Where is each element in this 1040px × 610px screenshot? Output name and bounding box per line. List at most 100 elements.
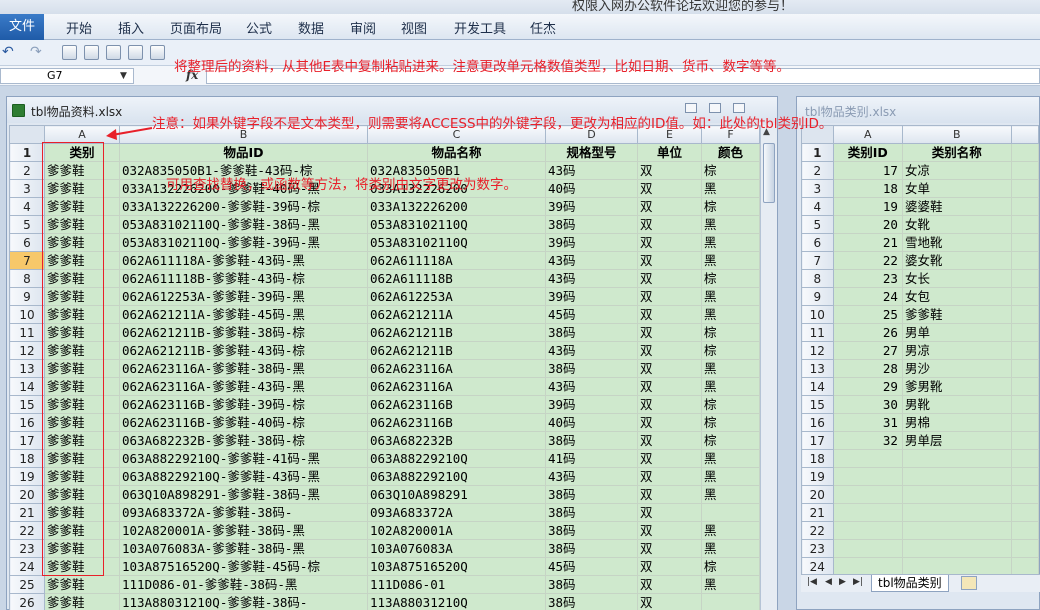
cell[interactable]: 43码	[545, 269, 638, 288]
sheet-tab[interactable]: tbl物品类别	[871, 575, 949, 592]
cell[interactable]: 43码	[545, 467, 638, 486]
cell[interactable]: 063A88229210Q-爹爹鞋-43码-黑	[119, 467, 368, 486]
cell[interactable]: 双	[637, 215, 702, 234]
cell[interactable]: 黑	[701, 233, 760, 252]
cell[interactable]: 双	[637, 377, 702, 396]
cell[interactable]	[1010, 323, 1040, 342]
row-header[interactable]: 15	[801, 395, 834, 414]
tab-page-layout[interactable]: 页面布局	[170, 18, 222, 37]
cell[interactable]: 062A611118B	[367, 269, 546, 288]
cell[interactable]: 双	[637, 503, 702, 522]
tab-home[interactable]: 开始	[66, 18, 92, 37]
insert-sheet-icon[interactable]	[961, 576, 977, 590]
cell[interactable]: 男单层	[901, 431, 1012, 450]
cell[interactable]: 062A623116B-爹爹鞋-39码-棕	[119, 395, 368, 414]
cell[interactable]	[1010, 305, 1040, 324]
cell[interactable]	[1010, 413, 1040, 432]
cell[interactable]: 111D086-01-爹爹鞋-38码-黑	[119, 575, 368, 594]
cell[interactable]: 25	[832, 305, 903, 324]
cell[interactable]: 双	[637, 341, 702, 360]
chevron-down-icon[interactable]: ▼	[120, 71, 127, 81]
cell[interactable]: 双	[637, 431, 702, 450]
cell[interactable]: 双	[637, 593, 702, 610]
row-header[interactable]: 11	[9, 323, 45, 342]
cell[interactable]: 38码	[545, 503, 638, 522]
row-header[interactable]: 22	[9, 521, 45, 540]
cell[interactable]	[1010, 539, 1040, 558]
select-all-corner[interactable]	[9, 125, 45, 144]
cell[interactable]	[1010, 287, 1040, 306]
undo-icon[interactable]: ↶	[2, 45, 17, 60]
cell[interactable]: 男单	[901, 323, 1012, 342]
row-header[interactable]: 7	[9, 251, 45, 270]
cell[interactable]: 爹爹鞋	[44, 575, 120, 594]
row-header[interactable]: 4	[801, 197, 834, 216]
new-document-icon[interactable]	[128, 45, 143, 60]
cell[interactable]: 27	[832, 341, 903, 360]
cell[interactable]	[832, 539, 903, 558]
cell[interactable]: 棕	[701, 341, 760, 360]
cell[interactable]: 113A88031210Q-爹爹鞋-38码-	[119, 593, 368, 610]
cell[interactable]: 062A621211B	[367, 323, 546, 342]
cell[interactable]: 43码	[545, 251, 638, 270]
row-header[interactable]: 21	[9, 503, 45, 522]
cell[interactable]: 双	[637, 305, 702, 324]
tab-formulas[interactable]: 公式	[246, 18, 272, 37]
column-header[interactable]: B	[901, 125, 1012, 144]
cell[interactable]: 063A682232B	[367, 431, 546, 450]
cell[interactable]: 23	[832, 269, 903, 288]
cell[interactable]: 113A88031210Q	[367, 593, 546, 610]
header-cell[interactable]: 类别名称	[901, 143, 1012, 162]
cell[interactable]: 41码	[545, 449, 638, 468]
cell[interactable]: 黑	[701, 251, 760, 270]
cell[interactable]: 双	[637, 449, 702, 468]
cell[interactable]: 婆女靴	[901, 251, 1012, 270]
cell[interactable]: 102A820001A	[367, 521, 546, 540]
cell[interactable]	[901, 503, 1012, 522]
row-header[interactable]: 10	[801, 305, 834, 324]
cell[interactable]: 45码	[545, 305, 638, 324]
cell[interactable]: 棕	[701, 269, 760, 288]
cell[interactable]: 38码	[545, 359, 638, 378]
tab-view[interactable]: 视图	[401, 18, 427, 37]
row-header[interactable]: 20	[801, 485, 834, 504]
row-header[interactable]: 25	[9, 575, 45, 594]
cell[interactable]: 女靴	[901, 215, 1012, 234]
cell[interactable]: 062A623116A	[367, 377, 546, 396]
header-cell[interactable]: 颜色	[701, 143, 760, 162]
cell[interactable]: 062A623116B	[367, 413, 546, 432]
cell[interactable]: 黑	[701, 539, 760, 558]
column-header[interactable]: A	[832, 125, 903, 144]
row-header[interactable]: 15	[9, 395, 45, 414]
cell[interactable]: 双	[637, 287, 702, 306]
cell[interactable]	[832, 467, 903, 486]
cell[interactable]: 24	[832, 287, 903, 306]
cell[interactable]: 爹爹鞋	[901, 305, 1012, 324]
cell[interactable]: 062A612253A	[367, 287, 546, 306]
cell[interactable]: 093A683372A	[367, 503, 546, 522]
cell[interactable]: 女长	[901, 269, 1012, 288]
row-header[interactable]: 8	[801, 269, 834, 288]
cell[interactable]: 062A612253A-爹爹鞋-39码-黑	[119, 287, 368, 306]
cell[interactable]: 双	[637, 359, 702, 378]
cell[interactable]	[832, 485, 903, 504]
row-header[interactable]: 23	[801, 539, 834, 558]
cell[interactable]	[1010, 215, 1040, 234]
cell[interactable]	[1010, 449, 1040, 468]
cell[interactable]	[832, 449, 903, 468]
name-box[interactable]: G7	[0, 68, 134, 84]
row-header[interactable]: 6	[9, 233, 45, 252]
row-header[interactable]: 1	[801, 143, 834, 162]
cell[interactable]: 063Q10A898291-爹爹鞋-38码-黑	[119, 485, 368, 504]
cell[interactable]: 053A83102110Q	[367, 233, 546, 252]
row-header[interactable]: 20	[9, 485, 45, 504]
cell[interactable]: 39码	[545, 197, 638, 216]
row-header[interactable]: 5	[801, 215, 834, 234]
cell[interactable]: 033A132226200	[367, 197, 546, 216]
cell[interactable]: 男凉	[901, 341, 1012, 360]
row-header[interactable]: 16	[9, 413, 45, 432]
cell[interactable]: 19	[832, 197, 903, 216]
cell[interactable]: 062A623116A	[367, 359, 546, 378]
cell[interactable]: 062A623116B-爹爹鞋-40码-棕	[119, 413, 368, 432]
cell[interactable]	[1010, 179, 1040, 198]
